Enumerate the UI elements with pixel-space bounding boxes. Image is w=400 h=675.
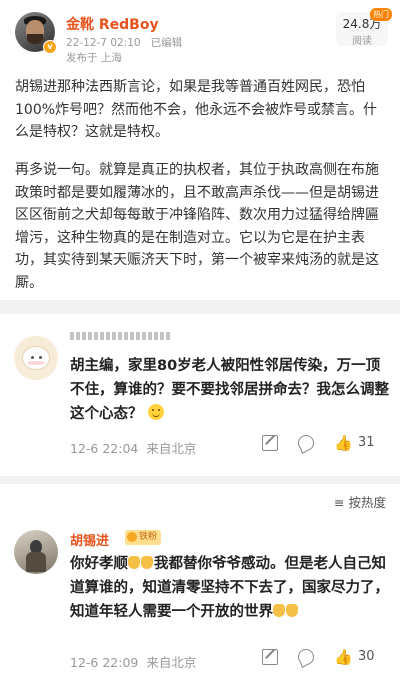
verified-badge-icon: v: [43, 40, 57, 54]
read-count-box: 热门 24.8万 阅读: [336, 8, 392, 47]
sort-by-heat-button[interactable]: ≡ 按热度: [334, 492, 386, 511]
redacted-username: [70, 332, 170, 340]
avatar-eye: [31, 356, 34, 359]
comment-text-body: 胡主编，家里80岁老人被阳性邻居传染，万一顶不住，算谁的？要不要找邻居拼命去？我…: [70, 358, 389, 422]
clap-emoji-icon: [273, 604, 285, 617]
avatar-beard: [27, 34, 43, 44]
avatar-eye: [39, 356, 42, 359]
comment-icon[interactable]: [298, 649, 314, 665]
author-name[interactable]: 金靴 RedBoy: [66, 14, 159, 34]
comment-source: 来自北京: [146, 441, 197, 456]
avatar-body: [26, 552, 46, 572]
comment-text: 胡主编，家里80岁老人被阳性邻居传染，万一顶不住，算谁的？要不要找邻居拼命去？我…: [70, 354, 390, 426]
commenter-avatar[interactable]: [14, 336, 58, 380]
reply-source: 来自北京: [146, 655, 197, 670]
post-paragraph-1: 胡锡进那种法西斯言论，如果是我等普通百姓网民，恐怕100%炸号吧？然而他不会，他…: [15, 79, 378, 140]
hot-badge: 热门: [370, 8, 392, 21]
smiley-emoji-icon: [147, 404, 164, 420]
clap-emoji-icon: [286, 604, 298, 617]
section-divider: [0, 300, 400, 314]
post-paragraph-2: 再多说一句。就算是真正的执权者，其位于执政高侧在布施政策时都是要如履薄冰的，且不…: [15, 162, 379, 291]
thumbs-up-icon[interactable]: 👍: [334, 435, 353, 451]
post-timestamp: 22-12-7 02:10: [66, 37, 141, 49]
edited-label: 已编辑: [150, 37, 183, 49]
read-label: 阅读: [352, 36, 372, 47]
reply-meta: 12-6 22:09 来自北京: [70, 652, 196, 671]
comment-actions: 👍 31: [262, 435, 390, 453]
comment-icon[interactable]: [298, 435, 314, 451]
post-meta: 22-12-7 02:10 已编辑 发布于 上海: [66, 36, 182, 66]
weibo-post: v 金靴 RedBoy 22-12-7 02:10 已编辑 发布于 上海 热门 …: [0, 0, 400, 300]
replier-avatar[interactable]: [14, 530, 58, 574]
avatar-blush: [27, 361, 45, 365]
comment-time: 12-6 22:04: [70, 441, 139, 456]
fan-badge: 铁粉: [125, 530, 162, 545]
sort-bar: ≡ 按热度: [0, 476, 400, 518]
post-location: 发布于 上海: [66, 52, 122, 64]
edit-icon[interactable]: [262, 649, 278, 665]
reply-actions: 👍 30: [262, 649, 390, 667]
thumbs-up-icon[interactable]: 👍: [334, 649, 353, 665]
reply-text-a: 你好孝顺: [70, 556, 128, 572]
sort-label: 按热度: [348, 495, 386, 510]
like-count: 31: [358, 435, 375, 450]
reply-comment[interactable]: 胡锡进 铁粉 你好孝顺 我都替你爷爷感动。但是老人自己知道算谁的，知道清零坚持不下…: [0, 518, 400, 675]
quoted-comment[interactable]: 胡主编，家里80岁老人被阳性邻居传染，万一顶不住，算谁的？要不要找邻居拼命去？我…: [0, 314, 400, 476]
like-count: 30: [358, 649, 375, 664]
edit-icon[interactable]: [262, 435, 278, 451]
reply-text: 你好孝顺 我都替你爷爷感动。但是老人自己知道算谁的，知道清零坚持不下去了，国家尽力…: [70, 552, 392, 624]
clap-emoji-icon: [141, 556, 153, 569]
clap-emoji-icon: [128, 556, 140, 569]
replier-name[interactable]: 胡锡进: [70, 530, 109, 549]
reply-time: 12-6 22:09: [70, 655, 139, 670]
comment-meta: 12-6 22:04 来自北京: [70, 438, 196, 457]
avatar-cartoon: [22, 346, 50, 370]
